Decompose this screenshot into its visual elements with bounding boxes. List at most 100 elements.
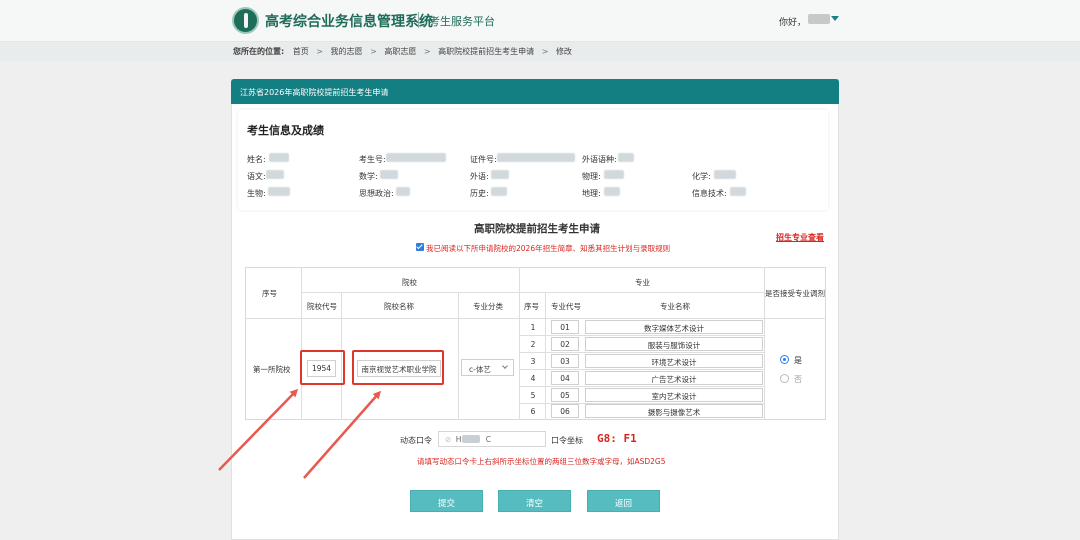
dynamic-code-value-suffix: C [485, 435, 491, 444]
logo-icon [232, 7, 259, 34]
major-name-cell: 广告艺术设计 [585, 371, 763, 385]
label-foreign: 外语: [470, 172, 489, 181]
user-name-redacted[interactable] [808, 14, 830, 24]
label-math: 数学: [359, 172, 378, 181]
table-line [245, 318, 826, 319]
major-name-cell: 室内艺术设计 [585, 388, 763, 402]
submit-button[interactable]: 提交 [410, 490, 483, 512]
major-seq: 5 [530, 391, 536, 400]
breadcrumb-item-my-choices[interactable]: 我的志愿 [331, 47, 363, 56]
value-redacted [491, 170, 509, 179]
label-chinese: 语文: [247, 172, 266, 181]
value-redacted [268, 187, 290, 196]
major-name-cell: 环境艺术设计 [585, 354, 763, 368]
breadcrumb: 您所在的位置: 首页 > 我的志愿 > 高职志愿 > 高职院校提前招生考生申请 … [233, 46, 572, 57]
major-category-select[interactable]: c-体艺 [461, 359, 514, 376]
highlight-box-school-name [352, 350, 444, 385]
greeting-text: 你好， [779, 18, 807, 28]
label-politics: 思想政治: [359, 189, 394, 198]
major-seq: 3 [530, 357, 536, 366]
header-major-category: 专业分类 [473, 302, 503, 311]
value-redacted [386, 153, 446, 162]
table-line [301, 292, 764, 293]
adjust-no-radio[interactable] [780, 374, 789, 383]
label-geography: 地理: [582, 189, 601, 198]
value-redacted [714, 170, 736, 179]
major-code-input[interactable]: 06 [551, 404, 579, 418]
student-info-title: 考生信息及成绩 [247, 124, 324, 137]
coord-value: G8: F1 [597, 432, 637, 445]
header-school-group: 院校 [402, 278, 417, 287]
value-redacted [604, 187, 620, 196]
value-redacted [396, 187, 410, 196]
dynamic-code-label: 动态口令 [400, 436, 432, 445]
top-header [0, 0, 1080, 42]
breadcrumb-separator: > [423, 47, 431, 56]
value-redacted [269, 153, 289, 162]
view-majors-link[interactable]: 招生专业查看 [776, 232, 824, 243]
major-seq: 4 [530, 374, 536, 383]
dynamic-code-redacted [462, 435, 480, 443]
header-school-code: 院校代号 [307, 302, 337, 311]
label-name: 姓名: [247, 155, 266, 164]
major-category-value: c-体艺 [469, 365, 491, 374]
adjust-yes-label: 是 [794, 356, 802, 365]
table-line [520, 335, 764, 336]
label-history: 历史: [470, 189, 489, 198]
dynamic-code-hint: 请填写动态口令卡上右斜所示坐标位置的两组三位数字或字母，如ASD2G5 [417, 457, 666, 466]
major-seq: 6 [530, 407, 536, 416]
major-name-cell: 数字媒体艺术设计 [585, 320, 763, 334]
label-exam-no: 考生号: [359, 155, 386, 164]
breadcrumb-item-early-admission[interactable]: 高职院校提前招生考生申请 [438, 47, 534, 56]
coord-label: 口令坐标 [551, 436, 583, 445]
breadcrumb-item-vocational[interactable]: 高职志愿 [384, 47, 416, 56]
header-major-seq: 序号 [524, 302, 539, 311]
key-icon: ⊘ [445, 435, 452, 444]
platform-name: 考生服务平台 [429, 15, 495, 28]
adjust-yes-radio[interactable] [780, 355, 789, 364]
table-line [545, 293, 546, 420]
breadcrumb-separator: > [370, 47, 377, 56]
chevron-down-icon[interactable] [831, 16, 839, 21]
major-code-input[interactable]: 05 [551, 388, 579, 402]
table-line [520, 369, 764, 370]
label-foreign-lang-type: 外语语种: [582, 155, 617, 164]
agree-checkbox[interactable] [416, 243, 424, 251]
value-redacted [497, 153, 575, 162]
system-title: 高考综合业务信息管理系统 [265, 14, 433, 30]
header-seq: 序号 [262, 289, 277, 298]
chevron-down-icon [502, 363, 508, 369]
row-label: 第一所院校 [253, 365, 291, 374]
header-major-group: 专业 [635, 278, 650, 287]
header-school-name: 院校名称 [384, 302, 414, 311]
breadcrumb-item-edit: 修改 [555, 47, 572, 56]
header-major-name: 专业名称 [660, 302, 690, 311]
label-biology: 生物: [247, 189, 266, 198]
table-line [520, 352, 764, 353]
label-id-no: 证件号: [470, 155, 497, 164]
label-it: 信息技术: [692, 189, 727, 198]
major-name-cell: 服装与服饰设计 [585, 337, 763, 351]
value-redacted [380, 170, 398, 179]
panel-title: 江苏省2026年高职院校提前招生考生申请 [231, 79, 839, 104]
breadcrumb-separator: > [541, 47, 549, 56]
major-seq: 1 [530, 323, 536, 332]
adjust-no-label: 否 [794, 375, 802, 384]
header-major-code: 专业代号 [551, 302, 581, 311]
major-code-input[interactable]: 03 [551, 354, 579, 368]
major-code-input[interactable]: 01 [551, 320, 579, 334]
major-code-input[interactable]: 02 [551, 337, 579, 351]
major-name-cell: 摄影与摄像艺术 [585, 404, 763, 418]
back-button[interactable]: 返回 [587, 490, 660, 512]
breadcrumb-item-home[interactable]: 首页 [293, 47, 309, 56]
value-redacted [491, 187, 507, 196]
table-line [519, 267, 520, 420]
highlight-box-school-code [300, 350, 345, 385]
value-redacted [266, 170, 284, 179]
label-chemistry: 化学: [692, 172, 711, 181]
clear-button[interactable]: 清空 [498, 490, 571, 512]
label-physics: 物理: [582, 172, 601, 181]
table-line [520, 386, 764, 387]
dynamic-code-input[interactable]: ⊘ H C [438, 431, 546, 447]
major-code-input[interactable]: 04 [551, 371, 579, 385]
